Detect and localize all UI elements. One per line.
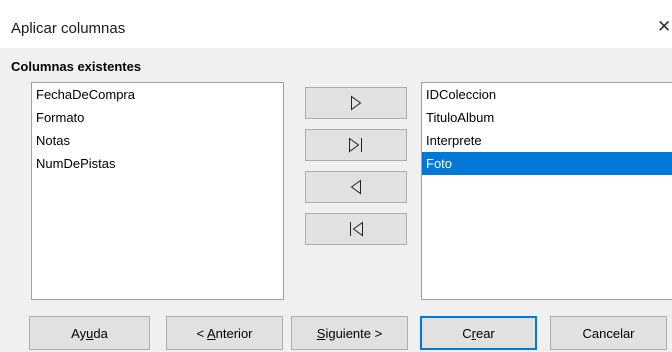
help-button-label: Ayuda bbox=[71, 325, 108, 341]
triangle-left-icon bbox=[350, 179, 361, 195]
create-button[interactable]: Crear bbox=[420, 316, 537, 350]
existing-columns-label: Columnas existentes bbox=[11, 59, 142, 74]
next-button[interactable]: Siguiente > bbox=[291, 316, 408, 350]
create-button-label: Crear bbox=[462, 325, 495, 341]
move-left-button[interactable] bbox=[305, 171, 407, 203]
title-bar: Aplicar columnas ✕ bbox=[0, 0, 672, 48]
cancel-button[interactable]: Cancelar bbox=[550, 316, 667, 350]
list-item[interactable]: TituloAlbum bbox=[422, 106, 672, 129]
move-right-button[interactable] bbox=[305, 87, 407, 119]
list-item[interactable]: Interprete bbox=[422, 129, 672, 152]
list-item[interactable]: Formato bbox=[32, 106, 283, 129]
triangle-right-bar-icon bbox=[349, 137, 362, 153]
cancel-button-label: Cancelar bbox=[582, 325, 635, 341]
list-item-selected[interactable]: Foto bbox=[422, 152, 672, 175]
list-item[interactable]: FechaDeCompra bbox=[32, 83, 283, 106]
move-all-left-button[interactable] bbox=[305, 213, 407, 245]
next-button-label: Siguiente > bbox=[316, 325, 383, 341]
applied-columns-list[interactable]: IDColeccion TituloAlbum Interprete Foto bbox=[421, 82, 672, 300]
list-item[interactable]: IDColeccion bbox=[422, 83, 672, 106]
dialog-title: Aplicar columnas bbox=[11, 20, 126, 37]
bar-triangle-left-icon bbox=[350, 221, 363, 237]
triangle-right-icon bbox=[351, 95, 362, 111]
back-button-label: < Anterior bbox=[196, 325, 253, 341]
move-all-right-button[interactable] bbox=[305, 129, 407, 161]
close-icon[interactable]: ✕ bbox=[657, 17, 671, 37]
back-button[interactable]: < Anterior bbox=[166, 316, 283, 350]
list-item[interactable]: NumDePistas bbox=[32, 152, 283, 175]
help-button[interactable]: Ayuda bbox=[29, 316, 150, 350]
list-item[interactable]: Notas bbox=[32, 129, 283, 152]
existing-columns-list[interactable]: FechaDeCompra Formato Notas NumDePistas bbox=[31, 82, 284, 300]
